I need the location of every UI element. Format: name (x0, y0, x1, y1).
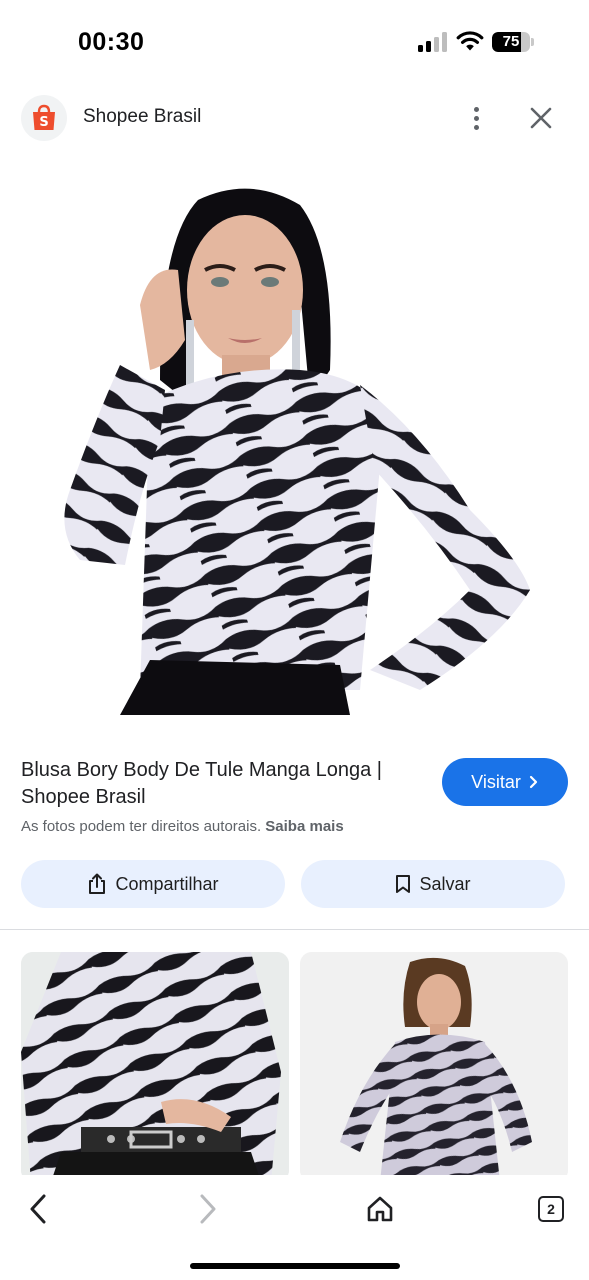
forward-button[interactable] (186, 1187, 230, 1231)
product-image[interactable] (0, 170, 589, 715)
bottom-navigation: 2 (0, 1175, 589, 1280)
share-label: Compartilhar (115, 873, 219, 894)
chevron-right-icon (529, 775, 537, 789)
home-button[interactable] (358, 1187, 402, 1231)
site-name[interactable]: Shopee Brasil (83, 106, 201, 128)
site-logo[interactable]: S (21, 95, 67, 141)
copyright-text: As fotos podem ter direitos autorais. (21, 818, 262, 835)
back-button[interactable] (16, 1187, 60, 1231)
tabs-button[interactable]: 2 (529, 1187, 573, 1231)
visit-label: Visitar (471, 771, 521, 792)
battery-level: 75 (502, 33, 520, 50)
status-time: 00:30 (78, 28, 145, 56)
chevron-right-icon (200, 1194, 216, 1224)
save-button[interactable]: Salvar (301, 860, 565, 908)
bookmark-icon (396, 875, 411, 893)
copyright-notice: As fotos podem ter direitos autorais. Sa… (21, 818, 344, 835)
visit-button[interactable]: Visitar (442, 758, 568, 806)
site-header: S Shopee Brasil (0, 88, 589, 148)
cellular-signal-icon (418, 32, 448, 52)
shopee-bag-icon: S (33, 104, 55, 130)
learn-more-link[interactable]: Saiba mais (265, 818, 343, 835)
svg-text:S: S (39, 115, 48, 130)
divider (0, 929, 589, 930)
home-indicator[interactable] (190, 1263, 400, 1269)
wifi-icon (456, 31, 484, 51)
close-icon[interactable] (527, 104, 555, 132)
battery-icon: 75 (492, 32, 530, 52)
status-bar: 00:30 75 (0, 0, 589, 88)
related-image[interactable] (21, 952, 289, 1182)
related-image[interactable] (300, 952, 568, 1182)
share-icon (89, 873, 106, 894)
result-title[interactable]: Blusa Bory Body De Tule Manga Longa | Sh… (21, 757, 426, 811)
save-label: Salvar (419, 873, 471, 894)
home-icon (367, 1196, 393, 1222)
tab-count: 2 (538, 1196, 564, 1222)
chevron-left-icon (30, 1194, 46, 1224)
share-button[interactable]: Compartilhar (21, 860, 285, 908)
more-options-icon[interactable] (464, 102, 488, 134)
